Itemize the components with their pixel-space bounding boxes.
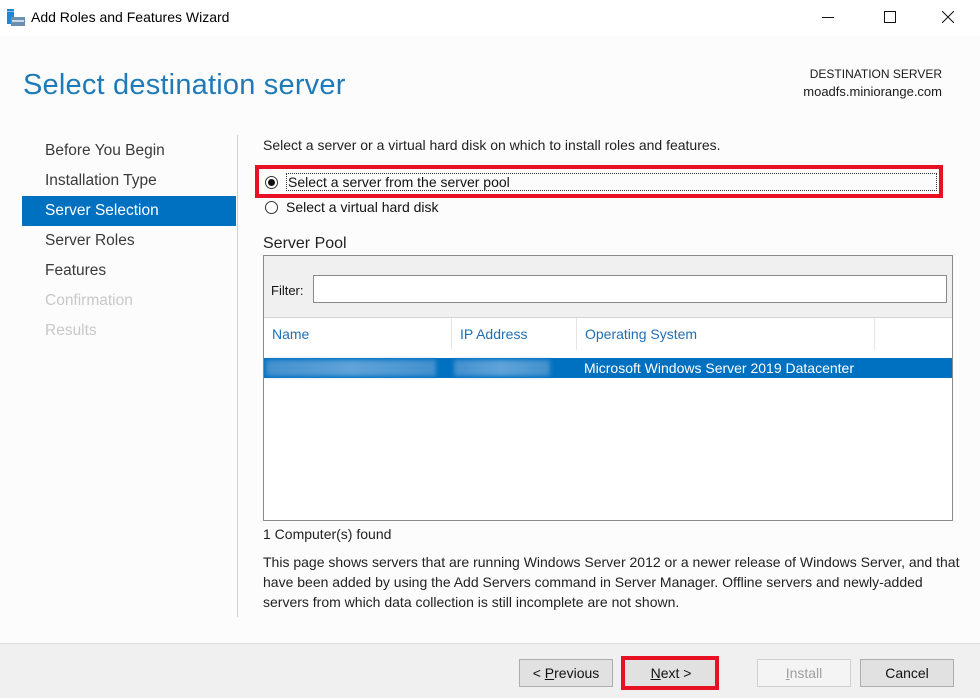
computers-found-text: 1 Computer(s) found (263, 526, 392, 542)
column-header-name[interactable]: Name (264, 318, 452, 350)
close-button[interactable] (920, 0, 976, 34)
nav-item-installation-type[interactable]: Installation Type (22, 166, 236, 196)
window-title: Add Roles and Features Wizard (31, 9, 230, 25)
title-bar: Add Roles and Features Wizard (0, 0, 980, 36)
nav-divider (237, 135, 238, 617)
column-header-ip-address[interactable]: IP Address (452, 318, 577, 350)
server-pool-title: Server Pool (263, 235, 347, 252)
cancel-button[interactable]: Cancel (860, 659, 954, 687)
radio-virtual-hard-disk[interactable] (265, 200, 278, 214)
nav-item-server-roles[interactable]: Server Roles (22, 226, 236, 256)
intro-text: Select a server or a virtual hard disk o… (263, 137, 721, 153)
column-header-empty (875, 318, 952, 350)
install-label: nstall (789, 665, 823, 681)
highlight-annotation-next (621, 656, 719, 690)
description-text: This page shows servers that are running… (263, 554, 960, 610)
wizard-header: Select destination server DESTINATION SE… (0, 36, 980, 120)
maximize-button[interactable] (862, 0, 918, 34)
minimize-button[interactable] (800, 0, 856, 34)
wizard-steps-nav: Before You Begin Installation Type Serve… (22, 136, 236, 346)
nav-item-server-selection[interactable]: Server Selection (22, 196, 236, 226)
operating-system-cell: Microsoft Windows Server 2019 Datacenter (584, 360, 854, 376)
option-virtual-hard-disk[interactable]: Select a virtual hard disk (265, 197, 439, 217)
minimize-icon (822, 17, 834, 18)
server-manager-icon (7, 9, 25, 26)
option-virtual-hard-disk-label[interactable]: Select a virtual hard disk (286, 199, 439, 215)
previous-label: revious (554, 665, 600, 681)
highlight-annotation-server-pool (255, 165, 943, 198)
destination-server-label: DESTINATION SERVER (809, 67, 942, 81)
filter-label: Filter: (271, 283, 304, 298)
install-button: Install (757, 659, 851, 687)
table-row[interactable]: Microsoft Windows Server 2019 Datacenter (264, 358, 952, 378)
column-header-operating-system[interactable]: Operating System (577, 318, 875, 350)
nav-item-features[interactable]: Features (22, 256, 236, 286)
previous-button[interactable]: < Previous (519, 659, 613, 687)
previous-prefix: < (532, 665, 545, 681)
server-pool-panel: Filter: Name IP Address Operating System… (263, 255, 953, 521)
wizard-window: Add Roles and Features Wizard Select des… (0, 0, 980, 698)
destination-server-name: moadfs.miniorange.com (803, 84, 942, 99)
filter-bar: Filter: (264, 256, 952, 318)
page-title: Select destination server (23, 69, 346, 101)
close-icon (942, 11, 954, 23)
filter-input[interactable] (313, 275, 947, 303)
nav-item-before-you-begin[interactable]: Before You Begin (22, 136, 236, 166)
server-name-cell-blurred (266, 360, 436, 376)
wizard-footer: < Previous Next > Install Cancel (0, 643, 980, 698)
previous-mnemonic: P (544, 665, 555, 681)
nav-item-confirmation: Confirmation (45, 292, 133, 309)
maximize-icon (884, 11, 896, 23)
ip-address-cell-blurred (454, 360, 550, 376)
nav-item-results: Results (45, 322, 97, 339)
